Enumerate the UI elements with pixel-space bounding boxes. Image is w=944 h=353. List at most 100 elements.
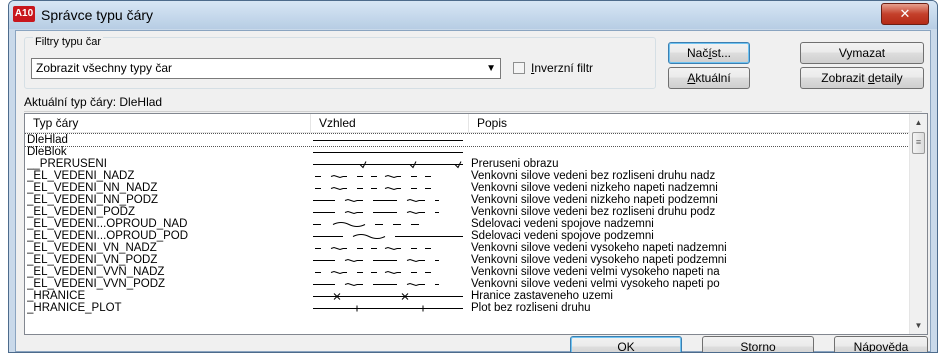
table-row[interactable]: DleBlok	[25, 146, 911, 158]
vertical-scrollbar[interactable]: ▲ ≡ ▼	[909, 114, 927, 334]
linetype-preview	[313, 218, 469, 230]
linetype-preview-graphic	[315, 270, 431, 275]
invert-filter-checkbox[interactable]	[513, 62, 525, 74]
linetype-preview	[313, 158, 469, 170]
linetype-preview-graphic	[313, 293, 463, 300]
scroll-up-icon[interactable]: ▲	[910, 114, 927, 131]
scroll-down-icon[interactable]: ▼	[910, 317, 927, 334]
linetype-name: __PRERUSENI	[27, 158, 107, 170]
linetype-preview-graphic	[313, 161, 463, 169]
load-button-label: Načíst...	[686, 46, 732, 60]
table-row[interactable]: _HRANICE Hranice zastaveneho uzemi	[25, 290, 911, 302]
linetype-preview-graphic	[313, 258, 439, 263]
linetype-filter-select[interactable]: Zobrazit všechny typy čar ▼	[31, 58, 501, 79]
linetype-description: Venkovni silove vedeni velmi vysokeho na…	[471, 278, 720, 290]
column-header-description[interactable]: Popis	[469, 114, 911, 132]
current-linetype-value: DleHlad	[119, 95, 163, 109]
linetype-name: _HRANICE	[27, 290, 86, 302]
linetype-preview	[313, 242, 469, 254]
table-row[interactable]: _EL_VEDENI_VVN_PODZ Venkovni silove veden…	[25, 278, 911, 290]
column-header-appearance[interactable]: Vzhled	[311, 114, 469, 132]
close-button[interactable]: ✕	[881, 3, 929, 25]
linetype-preview	[313, 182, 469, 194]
help-button[interactable]: Nápověda	[834, 336, 928, 352]
linetype-preview	[313, 170, 469, 182]
linetype-description: Hranice zastaveneho uzemi	[471, 290, 613, 302]
table-row[interactable]: _EL_VEDENI_VN_PODZ Venkovni silove vedeni…	[25, 254, 911, 266]
linetype-preview	[313, 230, 469, 242]
invert-filter-label[interactable]: Inverzní filtr	[531, 61, 593, 75]
linetype-manager-window: A10 Správce typu čáry ✕ Filtry typu čar …	[8, 0, 938, 353]
linetype-list[interactable]: Typ čáry Vzhled Popis DleHlad DleBlok __PR…	[24, 113, 928, 335]
linetype-preview	[313, 278, 469, 290]
linetype-description: Sdelovaci vedeni spojove nadzemni	[471, 218, 654, 230]
table-row[interactable]: _EL_VEDENI_NN_NADZ Venkovni silove vedeni…	[25, 182, 911, 194]
table-row[interactable]: _EL_VEDENI...OPROUD_NAD Sdelovaci vedeni …	[25, 218, 911, 230]
scroll-thumb[interactable]: ≡	[912, 132, 925, 154]
linetype-description: Venkovni silove vedeni vysokeho napeti p…	[471, 254, 727, 266]
title-bar[interactable]: A10 Správce typu čáry ✕	[9, 1, 937, 29]
table-row[interactable]: _EL_VEDENI_NN_PODZ Venkovni silove vedeni…	[25, 194, 911, 206]
window-title: Správce typu čáry	[41, 7, 154, 23]
invert-filter-label-rest: nverzní filtr	[534, 61, 594, 75]
cancel-button[interactable]: Storno	[702, 336, 814, 352]
linetype-preview-graphic	[313, 198, 439, 203]
linetype-name: _EL_VEDENI_PODZ	[27, 206, 136, 218]
show-details-button[interactable]: Zobrazit detaily	[800, 67, 924, 89]
dialog-body: Filtry typu čar Zobrazit všechny typy ča…	[15, 30, 931, 352]
list-header: Typ čáry Vzhled Popis	[25, 114, 911, 133]
filter-group: Filtry typu čar Zobrazit všechny typy ča…	[24, 36, 656, 89]
linetype-name: _EL_VEDENI...OPROUD_NAD	[27, 218, 188, 230]
linetype-description: Preruseni obrazu	[471, 158, 559, 170]
linetype-preview-graphic	[315, 174, 431, 179]
divider	[24, 111, 922, 112]
table-row[interactable]: _EL_VEDENI_VVN_NADZ Venkovni silove veden…	[25, 266, 911, 278]
linetype-name: _HRANICE_PLOT	[27, 302, 122, 314]
linetype-preview-graphic	[313, 234, 463, 239]
show-details-button-label: Zobrazit detaily	[821, 71, 903, 85]
table-row[interactable]: _EL_VEDENI_VN_NADZ Venkovni silove vedeni…	[25, 242, 911, 254]
linetype-preview-graphic	[315, 186, 431, 191]
linetype-description: Sdelovaci vedeni spojove podzemni	[471, 230, 654, 242]
linetype-preview	[313, 266, 469, 278]
linetype-name: _EL_VEDENI_VN_PODZ	[27, 254, 158, 266]
table-row[interactable]: _EL_VEDENI...OPROUD_POD Sdelovaci vedeni …	[25, 230, 911, 242]
current-linetype-label: Aktuální typ čáry:	[24, 95, 117, 109]
current-button-label: Aktuální	[687, 71, 731, 85]
current-linetype: Aktuální typ čáry: DleHlad	[24, 95, 162, 109]
linetype-preview	[313, 146, 469, 158]
linetype-preview	[313, 254, 469, 266]
linetype-description: Venkovni silove vedeni vysokeho napeti n…	[471, 242, 727, 254]
linetype-name: _EL_VEDENI_VVN_NADZ	[27, 266, 165, 278]
linetype-preview-graphic	[313, 140, 463, 141]
linetype-rows: DleHlad DleBlok __PRERUSENI Preruseni obraz…	[25, 133, 912, 314]
current-button[interactable]: Aktuální	[668, 67, 750, 89]
linetype-description: Venkovni silove vedeni bez rozliseni dru…	[471, 206, 716, 218]
linetype-name: _EL_VEDENI_VN_NADZ	[27, 242, 157, 254]
linetype-name: _EL_VEDENI_VVN_PODZ	[27, 278, 166, 290]
load-button[interactable]: Načíst...	[668, 42, 750, 64]
linetype-name: DleHlad	[27, 134, 68, 146]
linetype-preview	[313, 302, 469, 314]
ok-button[interactable]: OK	[570, 336, 682, 352]
table-row[interactable]: _EL_VEDENI_NADZ Venkovni silove vedeni be…	[25, 170, 911, 182]
table-row[interactable]: __PRERUSENI Preruseni obrazu	[25, 158, 911, 170]
table-row[interactable]: _HRANICE_PLOT Plot bez rozliseni druhu	[25, 302, 911, 314]
linetype-preview	[313, 290, 469, 302]
linetype-name: _EL_VEDENI_NN_PODZ	[27, 194, 159, 206]
dropdown-arrow-icon[interactable]: ▼	[486, 59, 496, 78]
app-icon: A10	[13, 6, 35, 22]
filter-select-value: Zobrazit všechny typy čar	[36, 61, 173, 75]
linetype-description: Venkovni silove vedeni nizkeho napeti po…	[471, 194, 718, 206]
linetype-name: DleBlok	[27, 146, 67, 158]
linetype-description: Venkovni silove vedeni nizkeho napeti na…	[471, 182, 718, 194]
filter-group-label: Filtry typu čar	[33, 36, 104, 48]
linetype-preview-graphic	[313, 152, 463, 153]
table-row[interactable]: _EL_VEDENI_PODZ Venkovni silove vedeni be…	[25, 206, 911, 218]
table-row[interactable]: DleHlad	[25, 133, 912, 147]
column-header-linetype[interactable]: Typ čáry	[25, 114, 311, 132]
linetype-name: _EL_VEDENI...OPROUD_POD	[27, 230, 189, 242]
linetype-preview-graphic	[315, 246, 431, 251]
delete-button[interactable]: Vymazat	[800, 42, 924, 64]
linetype-name: _EL_VEDENI_NADZ	[27, 170, 135, 182]
